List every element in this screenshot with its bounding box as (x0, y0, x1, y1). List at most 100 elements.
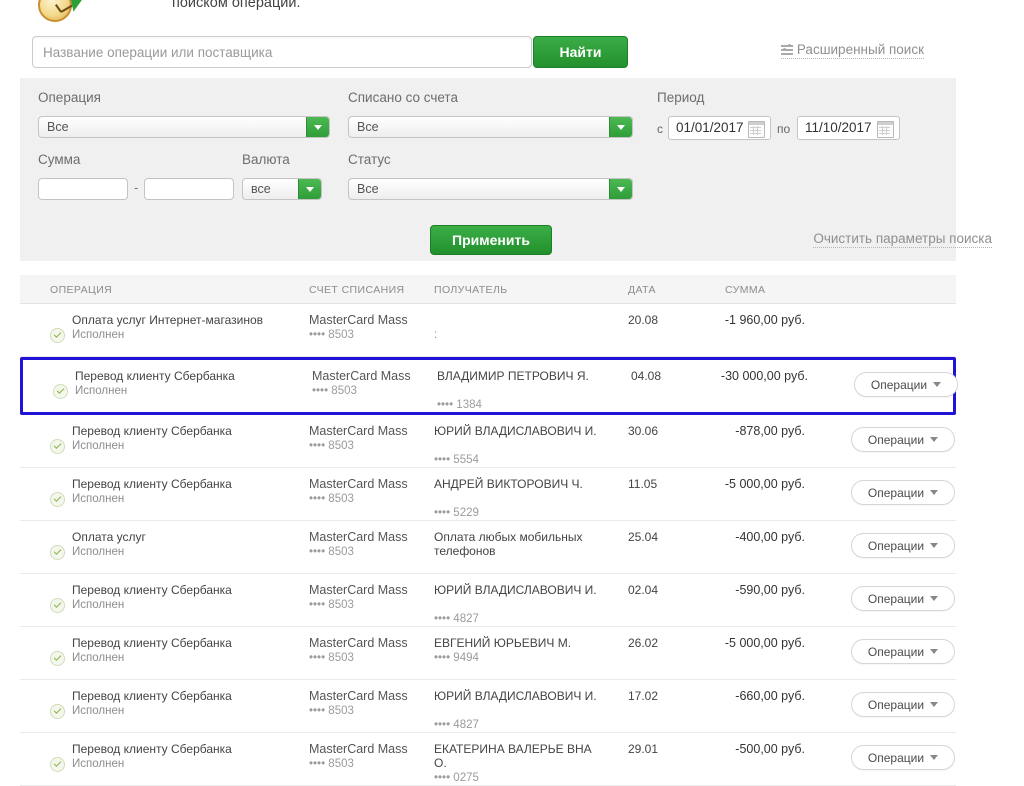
row-operation: Оплата услуг (72, 530, 146, 544)
operation-select[interactable]: Все (38, 116, 330, 138)
row-operations-label: Операции (867, 697, 925, 712)
row-status: Исполнен (72, 440, 125, 452)
table-row[interactable]: Перевод клиенту Сбербанка Исполнен MasterC… (20, 468, 956, 521)
table-row[interactable]: Оплата услуг Интернет-магазинов Исполнен M… (20, 304, 956, 357)
check-circle-icon (50, 651, 65, 666)
calendar-icon[interactable] (877, 121, 894, 138)
chevron-down-icon (306, 117, 329, 137)
col-account: СЧЕТ СПИСАНИЯ (309, 284, 405, 296)
chevron-down-icon (930, 648, 939, 654)
row-recipient: ЕВГЕНИЙ ЮРЬЕВИЧ М. (434, 636, 572, 650)
find-button[interactable]: Найти (533, 36, 628, 68)
table-row[interactable]: Перевод клиенту Сбербанка Исполнен MasterC… (20, 357, 958, 415)
clear-search-params-link[interactable]: Очистить параметры поиска (813, 231, 992, 248)
operation-label: Операция (38, 90, 101, 105)
currency-label: Валюта (242, 152, 290, 167)
chevron-down-icon (930, 436, 939, 442)
row-account: MasterCard Mass (309, 583, 408, 597)
chevron-down-icon (930, 542, 939, 548)
operations-table: ОПЕРАЦИЯ СЧЕТ СПИСАНИЯ ПОЛУЧАТЕЛЬ ДАТА С… (20, 275, 958, 786)
sliders-icon (780, 44, 793, 55)
table-row[interactable]: Оплата услуг Исполнен MasterCard Mass •••• … (20, 521, 956, 574)
currency-select[interactable]: все (242, 178, 322, 200)
table-row[interactable]: Перевод клиенту Сбербанка Исполнен MasterC… (20, 415, 956, 468)
row-account-number: •••• 8503 (312, 385, 357, 397)
row-operation: Перевод клиенту Сбербанка (72, 583, 232, 597)
row-operations-button[interactable]: Операции (851, 480, 955, 505)
period-from-input[interactable]: 01/01/2017 (668, 116, 771, 140)
amount-min-input[interactable] (38, 178, 128, 200)
row-operations-label: Операции (867, 591, 925, 606)
status-select[interactable]: Все (348, 178, 633, 200)
search-input[interactable] (32, 36, 532, 68)
account-select-value: Все (357, 120, 379, 134)
row-operation: Перевод клиенту Сбербанка (72, 742, 232, 756)
row-operation: Перевод клиенту Сбербанка (72, 689, 232, 703)
row-operations-button[interactable]: Операции (851, 586, 955, 611)
row-operation: Перевод клиенту Сбербанка (72, 636, 232, 650)
period-to-value: 11/10/2017 (805, 120, 872, 135)
chevron-down-icon (930, 489, 939, 495)
check-circle-icon (53, 384, 68, 399)
row-recipient: Оплата любых мобильных телефонов (434, 530, 583, 558)
row-recipient-number: •••• 0275 (434, 772, 479, 784)
amount-label: Сумма (38, 152, 81, 167)
row-status: Исполнен (72, 493, 125, 505)
row-account-number: •••• 8503 (309, 546, 354, 558)
table-row[interactable]: Перевод клиенту Сбербанка Исполнен MasterC… (20, 627, 956, 680)
account-label: Списано со счета (348, 90, 458, 105)
row-operation: Перевод клиенту Сбербанка (72, 477, 232, 491)
status-select-value: Все (357, 182, 379, 196)
row-account: MasterCard Mass (312, 369, 411, 383)
account-select[interactable]: Все (348, 116, 633, 138)
chevron-down-icon (609, 179, 632, 199)
status-label: Статус (348, 152, 391, 167)
row-status: Исполнен (72, 758, 125, 770)
row-operations-button[interactable]: Операции (851, 533, 955, 558)
page-header: поиском операций. (0, 0, 1024, 24)
row-status: Исполнен (72, 599, 125, 611)
row-operations-button[interactable]: Операции (851, 427, 955, 452)
row-amount: -400,00 руб. (735, 530, 805, 544)
calendar-icon[interactable] (748, 121, 765, 138)
row-amount: -30 000,00 руб. (720, 369, 808, 383)
row-recipient-number: •••• 9494 (434, 652, 479, 664)
row-operations-label: Операции (867, 485, 925, 500)
row-operations-button[interactable]: Операции (851, 692, 955, 717)
clock-icon (34, 0, 96, 32)
row-account: MasterCard Mass (309, 477, 408, 491)
row-recipient-number: •••• 5229 (434, 507, 479, 519)
row-recipient-number: •••• 5554 (434, 454, 479, 466)
row-operations-label: Операции (867, 538, 925, 553)
row-operations-button[interactable]: Операции (851, 745, 955, 770)
col-recipient: ПОЛУЧАТЕЛЬ (434, 284, 508, 296)
row-amount: -500,00 руб. (735, 742, 805, 756)
check-circle-icon (50, 598, 65, 613)
amount-max-input[interactable] (144, 178, 234, 200)
advanced-search-link[interactable]: Расширенный поиск (780, 42, 924, 59)
row-recipient-number: •••• 1384 (437, 399, 482, 411)
row-account-number: •••• 8503 (309, 652, 354, 664)
table-row[interactable]: Перевод клиенту Сбербанка Исполнен MasterC… (20, 680, 956, 733)
row-operations-label: Операции (867, 644, 925, 659)
row-account: MasterCard Mass (309, 689, 408, 703)
row-account: MasterCard Mass (309, 530, 408, 544)
header-text: поиском операций. (172, 0, 301, 11)
check-circle-icon (50, 704, 65, 719)
row-account: MasterCard Mass (309, 424, 408, 438)
row-operation: Перевод клиенту Сбербанка (75, 369, 235, 383)
row-status: Исполнен (72, 329, 125, 341)
check-circle-icon (50, 757, 65, 772)
row-operations-button[interactable]: Операции (851, 639, 955, 664)
row-recipient-number: •••• 4827 (434, 613, 479, 625)
period-to-input[interactable]: 11/10/2017 (797, 116, 900, 140)
row-account: MasterCard Mass (309, 636, 408, 650)
apply-button[interactable]: Применить (430, 225, 552, 255)
advanced-search-label: Расширенный поиск (796, 42, 924, 57)
period-label: Период (657, 90, 705, 105)
row-operations-label: Операции (870, 377, 928, 392)
row-account-number: •••• 8503 (309, 329, 354, 341)
table-row[interactable]: Перевод клиенту Сбербанка Исполнен MasterC… (20, 733, 956, 786)
row-operations-button[interactable]: Операции (854, 372, 958, 397)
table-row[interactable]: Перевод клиенту Сбербанка Исполнен MasterC… (20, 574, 956, 627)
